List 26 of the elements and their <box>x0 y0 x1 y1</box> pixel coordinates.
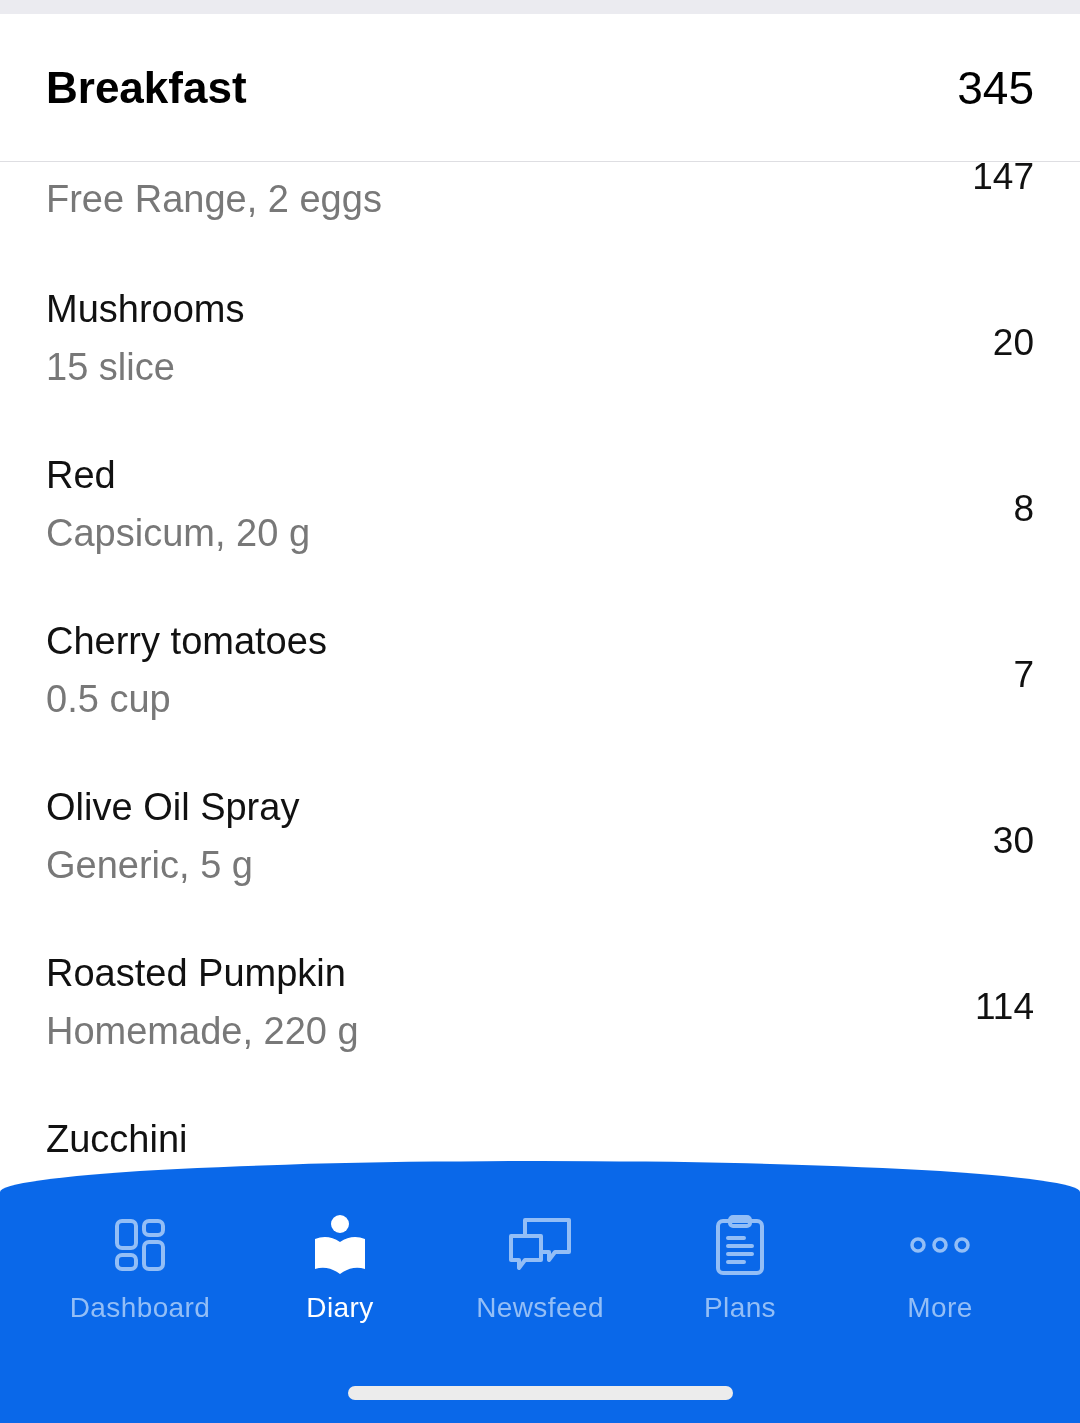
meal-calories: 345 <box>957 60 1034 115</box>
food-name[interactable]: Roasted Pumpkin <box>46 953 346 993</box>
more-icon <box>909 1236 971 1254</box>
food-name[interactable]: Mushrooms <box>46 289 245 329</box>
food-name[interactable]: Zucchini <box>46 1119 188 1159</box>
grid-icon <box>115 1219 165 1271</box>
chat-bubbles-icon <box>509 1218 571 1272</box>
meal-title: Breakfast <box>46 62 247 113</box>
food-serving: Generic, 5 g <box>46 843 253 888</box>
reading-person-icon <box>314 1215 366 1275</box>
food-calories: 147 <box>972 155 1034 199</box>
food-calories: 7 <box>1013 653 1034 697</box>
food-serving: 0.5 cup <box>46 677 171 722</box>
clipboard-icon <box>716 1215 764 1275</box>
food-calories: 20 <box>992 321 1034 365</box>
food-serving: Free Range, 2 eggs <box>46 177 382 222</box>
tab-button[interactable]: Diary <box>240 1212 440 1326</box>
food-serving: Homemade, 220 g <box>46 1009 359 1054</box>
food-name[interactable]: Cherry tomatoes <box>46 621 327 661</box>
food-calories: 114 <box>975 985 1034 1029</box>
food-name[interactable]: Olive Oil Spray <box>46 787 300 827</box>
food-serving: Capsicum, 20 g <box>46 511 310 556</box>
food-name[interactable]: Red <box>46 455 116 495</box>
food-serving: 15 slice <box>46 345 175 390</box>
food-calories: 30 <box>992 819 1034 863</box>
food-calories: 8 <box>1013 487 1034 531</box>
